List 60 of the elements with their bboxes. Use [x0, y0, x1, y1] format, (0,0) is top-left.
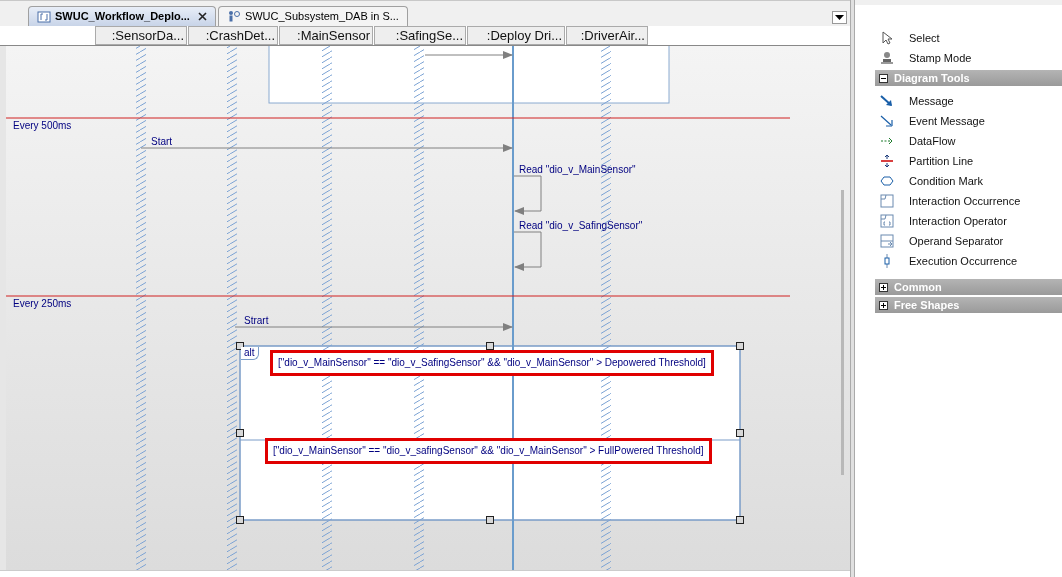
- message-arrow[interactable]: [140, 144, 513, 152]
- toolbox-item[interactable]: DataFlow: [875, 131, 1062, 151]
- stamp-icon: [880, 51, 894, 65]
- horizontal-scrollbar[interactable]: [0, 570, 850, 577]
- document-tab[interactable]: SWUC_Workflow_Deplo...: [28, 6, 216, 26]
- frame-icon: [880, 234, 894, 248]
- tab-list-button[interactable]: [832, 11, 847, 24]
- self-message-arrow[interactable]: [513, 175, 542, 215]
- toolbox-item[interactable]: Interaction Operator: [875, 211, 1062, 231]
- message-label: Read "dio_v_SafingSensor": [519, 221, 643, 231]
- message-arrow[interactable]: [234, 323, 513, 331]
- message-arrow[interactable]: [424, 51, 513, 59]
- operator-tag: alt: [241, 347, 259, 360]
- lifeline-header[interactable]: :Deploy Dri...: [467, 26, 565, 45]
- lifeline-header[interactable]: :DriverAir...: [566, 26, 648, 45]
- toolbox-item[interactable]: Select: [875, 28, 1062, 48]
- partition-icon: [880, 154, 894, 168]
- toolbox-item[interactable]: Message: [875, 91, 1062, 111]
- scrollbar-thumb[interactable]: [841, 190, 844, 475]
- self-message-arrow[interactable]: [513, 231, 542, 271]
- toolbox-item[interactable]: Condition Mark: [875, 171, 1062, 191]
- resize-handle[interactable]: [236, 429, 244, 437]
- arrow-icon: [880, 114, 894, 128]
- toolbox-item[interactable]: Event Message: [875, 111, 1062, 131]
- resize-handle[interactable]: [486, 516, 494, 524]
- caret-down-icon[interactable]: [835, 15, 844, 20]
- toolbox-item[interactable]: Execution Occurrence: [875, 251, 1062, 271]
- workflow-icon: [37, 9, 51, 24]
- lifeline-header[interactable]: :SensorDa...: [95, 26, 187, 45]
- partition-label: Every 250ms: [13, 299, 72, 309]
- message-label: Strart: [244, 316, 269, 326]
- arrow-icon: [880, 94, 894, 108]
- resize-handle[interactable]: [736, 516, 744, 524]
- toolbox-item[interactable]: Interaction Occurrence: [875, 191, 1062, 211]
- resize-handle[interactable]: [736, 429, 744, 437]
- resize-handle[interactable]: [486, 342, 494, 350]
- guard-condition: ["dio_v_MainSensor" == "dio_v_SafingSensor" && "dio_v_MainSensor" > Depowered Threshold]: [270, 350, 714, 376]
- frame-icon: [880, 194, 894, 208]
- message-label: Start: [151, 137, 173, 147]
- lifeline-icon: [226, 9, 241, 24]
- lifeline[interactable]: [512, 46, 514, 570]
- guard-condition: ["dio_v_MainSensor" == "dio_v_safingSensor" && "dio_v_MainSensor" > FullPowered Threshold]: [265, 438, 712, 464]
- lifeline-header[interactable]: :SafingSe...: [374, 26, 466, 45]
- expand-icon[interactable]: [879, 300, 888, 310]
- resize-handle[interactable]: [736, 342, 744, 350]
- pointer-icon: [880, 31, 894, 45]
- toolbox-item[interactable]: Partition Line: [875, 151, 1062, 171]
- document-tab[interactable]: SWUC_Subsystem_DAB in S...: [217, 6, 408, 26]
- expand-icon[interactable]: [879, 282, 888, 292]
- message-label: Read "dio_v_MainSensor": [519, 165, 636, 175]
- resize-handle[interactable]: [236, 516, 244, 524]
- close-icon[interactable]: [197, 12, 207, 21]
- lifeline-header[interactable]: :MainSensor: [279, 26, 373, 45]
- toolbox-item[interactable]: Stamp Mode: [875, 48, 1062, 68]
- collapse-icon[interactable]: [879, 73, 888, 83]
- frame-icon: [880, 214, 894, 228]
- toolbox-item[interactable]: Operand Separator: [875, 231, 1062, 251]
- hexagon-icon: [880, 174, 894, 188]
- lifeline-header[interactable]: :CrashDet...: [188, 26, 278, 45]
- partition-label: Every 500ms: [13, 121, 72, 131]
